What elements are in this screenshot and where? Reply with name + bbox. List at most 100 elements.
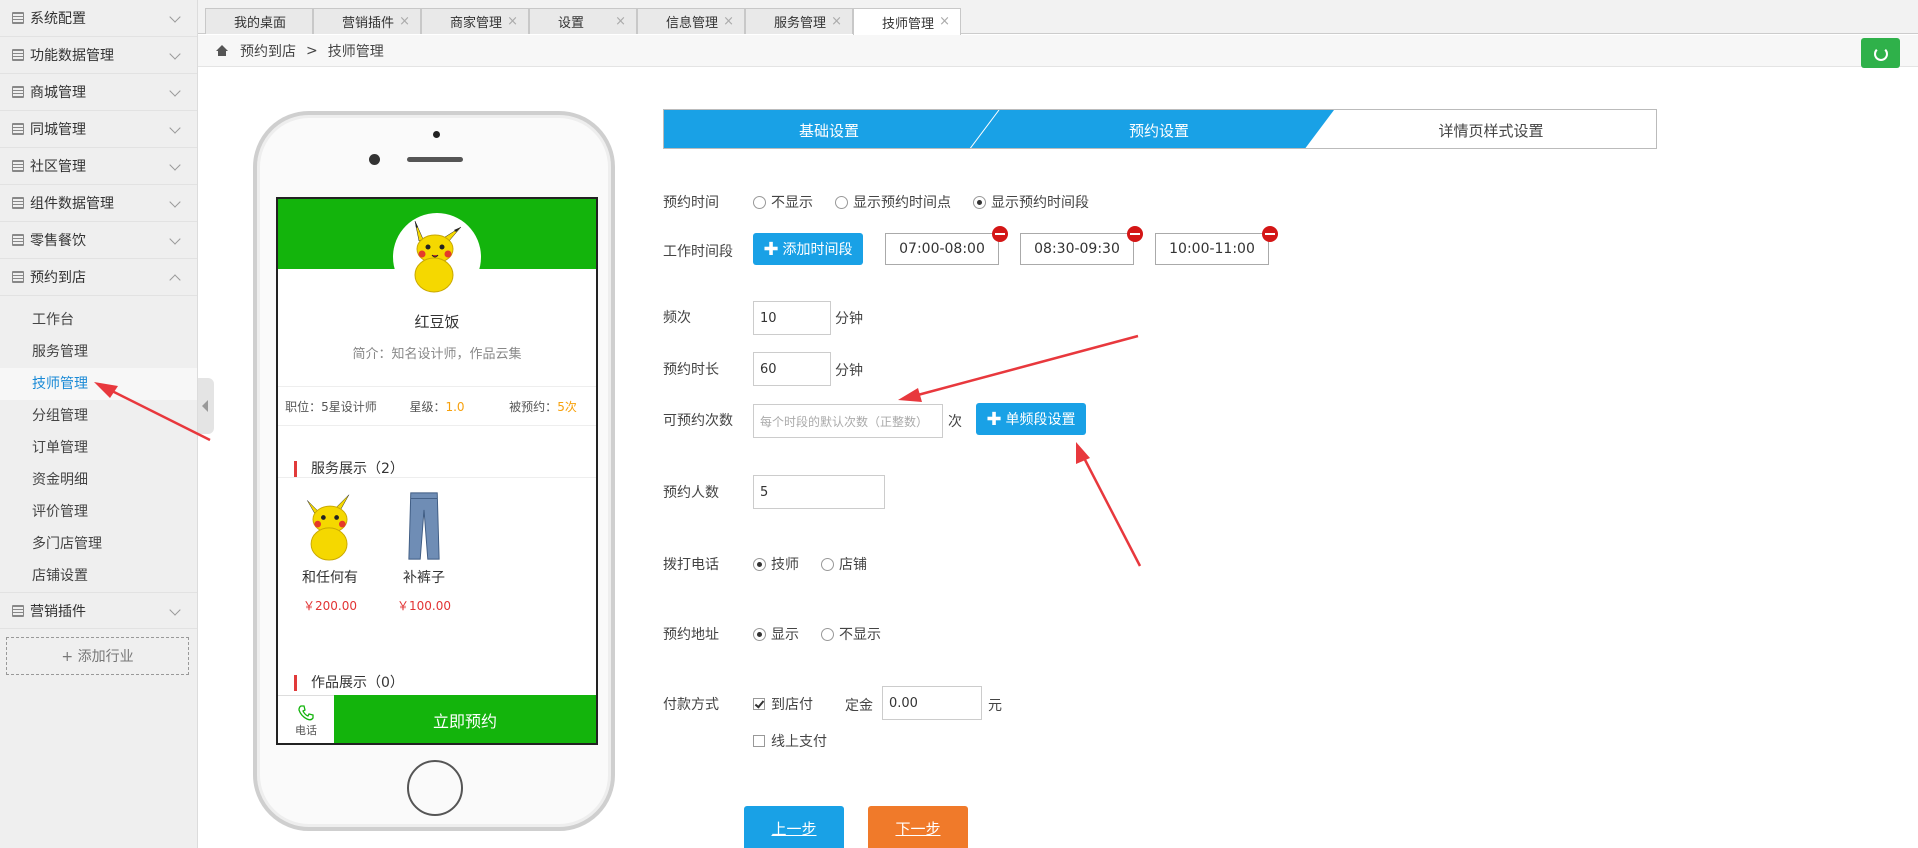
sidebar-group-label: 预约到店 <box>30 270 86 286</box>
product-card[interactable]: 和任何有 ￥200.00 <box>290 477 370 614</box>
step-basic[interactable]: 基础设置 <box>664 110 994 148</box>
period-slot[interactable]: 08:30-09:30 <box>1020 226 1143 265</box>
radio-circle-checked[interactable] <box>973 195 986 209</box>
tab-service[interactable]: 服务管理 × <box>745 8 853 34</box>
stars-text: 星级：1.0 <box>384 398 490 415</box>
sidebar-group-retail[interactable]: 零售餐饮 <box>0 222 197 259</box>
sidebar-group-marketing[interactable]: 营销插件 <box>0 592 197 629</box>
pay-online-checkbox[interactable]: 线上支付 <box>753 731 827 751</box>
sidebar-group-function-data[interactable]: 功能数据管理 <box>0 37 197 74</box>
step-booking[interactable]: 预约设置 <box>994 110 1324 148</box>
home-icon[interactable] <box>216 45 228 56</box>
radio-show-period[interactable]: 显示预约时间段 <box>973 192 1089 212</box>
radio-technician[interactable]: 技师 <box>753 554 799 574</box>
single-period-button[interactable]: ✚ 单频段设置 <box>976 403 1086 435</box>
technician-name: 红豆饭 <box>414 313 460 331</box>
radio-hide[interactable]: 不显示 <box>753 192 813 212</box>
tab-merchant[interactable]: 商家管理 × <box>421 8 529 34</box>
breadcrumb-parent[interactable]: 预约到店 <box>240 41 296 61</box>
period-slot[interactable]: 07:00-08:00 <box>885 226 1008 265</box>
remove-icon[interactable] <box>1262 226 1278 242</box>
booked-text: 被预约：5次 <box>490 398 596 415</box>
sidebar-group-mall[interactable]: 商城管理 <box>0 74 197 111</box>
checkbox[interactable] <box>753 735 765 747</box>
tab-technician[interactable]: 技师管理 × <box>853 8 961 35</box>
close-icon[interactable]: × <box>831 14 842 29</box>
chevron-down-icon <box>169 122 181 134</box>
close-icon[interactable]: × <box>939 14 950 29</box>
count-unit: 次 <box>948 414 962 430</box>
sidebar-item-multistore[interactable]: 多门店管理 <box>0 528 197 560</box>
sidebar-item-review[interactable]: 评价管理 <box>0 496 197 528</box>
radio-address-hide[interactable]: 不显示 <box>821 624 881 644</box>
radio-circle[interactable] <box>753 195 766 209</box>
next-step-button[interactable]: 下一步 <box>868 806 968 848</box>
list-icon <box>12 49 24 61</box>
bookable-count-input[interactable]: 每个时段的默认次数（正整数） <box>753 404 943 438</box>
sidebar-item-order[interactable]: 订单管理 <box>0 432 197 464</box>
close-icon[interactable]: × <box>723 14 734 29</box>
radio-circle[interactable] <box>821 627 834 641</box>
tab-desktop[interactable]: 我的桌面 <box>205 8 313 34</box>
period-slot[interactable]: 10:00-11:00 <box>1155 226 1278 265</box>
sidebar-item-group[interactable]: 分组管理 <box>0 400 197 432</box>
tab-label: 我的桌面 <box>234 16 287 31</box>
list-icon <box>12 12 24 24</box>
arrow-to-count-input <box>898 334 1139 402</box>
add-industry-button[interactable]: + 添加行业 <box>6 637 189 675</box>
deposit-unit: 元 <box>988 698 1002 714</box>
radio-circle-checked[interactable] <box>753 557 766 571</box>
close-icon[interactable]: × <box>507 14 518 29</box>
period-value: 10:00-11:00 <box>1169 241 1255 257</box>
list-icon <box>12 271 24 283</box>
product-price: ￥200.00 <box>303 599 357 613</box>
sidebar-collapse-handle[interactable] <box>198 378 214 434</box>
pay-in-store-checkbox[interactable]: 到店付 <box>753 694 813 714</box>
sidebar-item-workbench[interactable]: 工作台 <box>0 304 197 336</box>
sidebar-item-funds[interactable]: 资金明细 <box>0 464 197 496</box>
remove-icon[interactable] <box>1127 226 1143 242</box>
sidebar-group-booking[interactable]: 预约到店 <box>0 259 197 296</box>
close-icon[interactable]: × <box>615 14 626 29</box>
tab-settings[interactable]: 设置 × <box>529 8 637 34</box>
sidebar-item-store-settings[interactable]: 店铺设置 <box>0 560 197 592</box>
radio-show-point[interactable]: 显示预约时间点 <box>835 192 951 212</box>
booked-label: 被预约： <box>509 399 558 414</box>
sidebar-group-label: 零售餐饮 <box>30 233 86 249</box>
deposit-input[interactable]: 0.00 <box>882 686 982 720</box>
tab-info[interactable]: 信息管理 × <box>637 8 745 34</box>
technician-stats: 职位：5星设计师 星级：1.0 被预约：5次 <box>278 386 596 426</box>
close-icon[interactable]: × <box>399 14 410 29</box>
radio-circle[interactable] <box>821 557 834 571</box>
sidebar-group-community[interactable]: 社区管理 <box>0 148 197 185</box>
people-count-input[interactable]: 5 <box>753 475 885 509</box>
radio-circle[interactable] <box>835 195 848 209</box>
refresh-button[interactable] <box>1861 38 1900 68</box>
plus-icon: ✚ <box>986 408 1002 430</box>
add-period-button[interactable]: ✚ 添加时间段 <box>753 233 863 265</box>
prev-step-button[interactable]: 上一步 <box>744 806 844 848</box>
sidebar-item-technician[interactable]: 技师管理 <box>0 368 197 400</box>
product-card[interactable]: 补裤子 ￥100.00 <box>384 477 464 614</box>
radio-label: 显示预约时间点 <box>853 195 951 211</box>
book-now-button[interactable]: 立即预约 <box>334 695 596 743</box>
product-price: ￥100.00 <box>397 599 451 613</box>
chevron-down-icon <box>169 11 181 23</box>
duration-input[interactable]: 60 <box>753 352 831 386</box>
plus-icon: ✚ <box>763 238 779 260</box>
stars-value: 1.0 <box>445 399 465 414</box>
radio-address-show[interactable]: 显示 <box>753 624 799 644</box>
tab-marketing[interactable]: 营销插件 × <box>313 8 421 34</box>
call-button[interactable]: 电话 <box>278 695 334 743</box>
sidebar-group-component-data[interactable]: 组件数据管理 <box>0 185 197 222</box>
frequency-input[interactable]: 10 <box>753 301 831 335</box>
radio-circle-checked[interactable] <box>753 627 766 641</box>
checkbox-checked[interactable] <box>753 698 765 710</box>
sidebar-group-system-config[interactable]: 系统配置 <box>0 0 197 37</box>
list-icon <box>12 123 24 135</box>
radio-store[interactable]: 店铺 <box>821 554 867 574</box>
sidebar-group-city[interactable]: 同城管理 <box>0 111 197 148</box>
sidebar-item-service[interactable]: 服务管理 <box>0 336 197 368</box>
remove-icon[interactable] <box>992 226 1008 242</box>
step-detail-style[interactable]: 详情页样式设置 <box>1324 110 1656 148</box>
